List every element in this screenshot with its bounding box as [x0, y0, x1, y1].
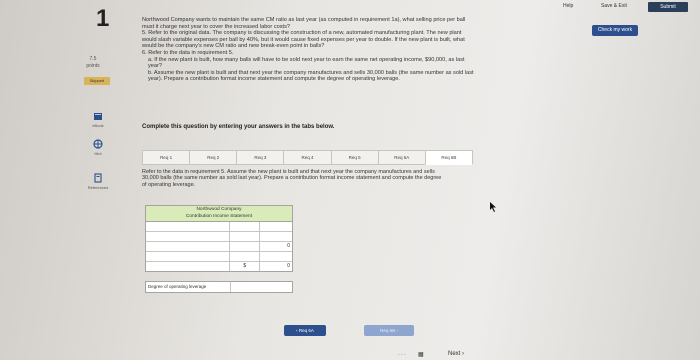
submit-button[interactable]: Submit	[648, 2, 688, 12]
statement-header: Northwood Company Contribution Income St…	[146, 206, 292, 223]
row-label-input[interactable]	[146, 232, 231, 242]
points-value: 7.5	[89, 56, 97, 62]
next-tab-button[interactable]: Req 6B ›	[364, 325, 414, 336]
total-input[interactable]	[260, 232, 292, 241]
prompt-line: must it charge next year to cover the in…	[142, 23, 290, 30]
book-icon	[94, 113, 102, 120]
dol-label: Degree of operating leverage	[146, 282, 232, 292]
question-grid-icon[interactable]: ▦	[418, 351, 424, 358]
tab-navigation: ‹ Req 6A Req 6B ›	[284, 325, 424, 337]
next-tab-label: Req 6B	[380, 328, 396, 333]
question-prompt: Northwood Company wants to maintain the …	[142, 17, 572, 83]
row-label-input[interactable]	[146, 222, 231, 232]
points-label: points	[86, 63, 100, 69]
references-icon	[94, 173, 102, 183]
table-row: Degree of operating leverage	[146, 282, 292, 292]
skipped-badge: Skipped	[84, 77, 110, 85]
row-label-input[interactable]	[146, 262, 231, 272]
mouse-cursor-icon	[490, 202, 496, 212]
income-statement-table: Northwood Company Contribution Income St…	[145, 205, 293, 273]
prev-tab-label: Req 6A	[298, 328, 314, 333]
amount-input[interactable]	[230, 222, 261, 232]
chevron-right-icon: ›	[460, 351, 465, 357]
tab-req-3[interactable]: Req 3	[236, 150, 285, 165]
table-row	[146, 232, 292, 243]
row-label-input[interactable]	[146, 252, 231, 262]
tab-req-5[interactable]: Req 5	[330, 150, 379, 165]
net-income-value: 0	[287, 263, 290, 270]
amount-input[interactable]	[230, 242, 261, 252]
table-row	[146, 252, 292, 263]
sidebar-references[interactable]: References	[86, 173, 110, 190]
hint-icon	[93, 139, 103, 149]
table-row	[146, 222, 292, 233]
row-label-input[interactable]	[146, 242, 231, 252]
sidebar-label-references: References	[87, 185, 109, 190]
prompt-line: would slash variable expenses per ball b…	[142, 36, 465, 43]
amount-input[interactable]	[230, 252, 261, 262]
tab-req-6b[interactable]: Req 6B	[424, 150, 473, 165]
sidebar-ebook[interactable]: eBook	[86, 112, 110, 128]
total-input[interactable]	[260, 252, 292, 261]
prompt-line: a. If the new plant is built, how many b…	[148, 56, 465, 63]
sidebar-hint[interactable]: Hint	[86, 139, 110, 156]
total-value: 0	[287, 243, 290, 250]
table-row: 0	[146, 242, 292, 253]
sidebar-label-ebook: eBook	[92, 123, 104, 128]
dollar-sign: $	[230, 262, 261, 272]
prompt-line: Northwood Company wants to maintain the …	[142, 17, 466, 23]
prompt-line: year). Prepare a contribution format inc…	[148, 76, 400, 83]
next-question-label: Next	[448, 351, 461, 357]
dol-table: Degree of operating leverage	[145, 281, 293, 293]
tab-req-6a[interactable]: Req 6A	[377, 150, 426, 165]
points-indicator: 7.5 points	[82, 56, 104, 70]
prompt-line: would be the company's new CM ratio and …	[142, 43, 325, 50]
amount-input[interactable]	[230, 232, 261, 242]
requirement-tabs: Req 1 Req 2 Req 3 Req 4 Req 5 Req 6A Req…	[142, 150, 473, 165]
help-link[interactable]: Help	[563, 3, 573, 9]
prompt-line: 6. Refer to the data in requirement 5.	[142, 49, 234, 56]
prev-tab-button[interactable]: ‹ Req 6A	[284, 325, 326, 336]
screen: Help Save & Exit Submit Check my work 1 …	[0, 0, 700, 360]
chevron-right-icon: ›	[395, 328, 398, 333]
refer-text: Refer to the data in requirement 5. Assu…	[142, 169, 442, 188]
save-exit-link[interactable]: Save & Exit	[601, 3, 627, 9]
tab-req-2[interactable]: Req 2	[189, 150, 238, 165]
pager-dots: · · ·	[398, 352, 406, 358]
prompt-line: 5. Refer to the original data. The compa…	[142, 30, 462, 37]
check-my-work-button[interactable]: Check my work	[592, 25, 638, 36]
instruction-text: Complete this question by entering your …	[142, 124, 335, 130]
statement-title: Contribution Income Statement	[185, 213, 253, 219]
dol-input[interactable]	[231, 282, 292, 292]
question-number: 1	[96, 5, 110, 32]
prompt-line: year?	[148, 63, 162, 70]
sidebar-label-hint: Hint	[94, 151, 102, 156]
statement-company: Northwood Company	[196, 207, 242, 212]
next-question-button[interactable]: Next ›	[448, 351, 464, 357]
total-input[interactable]	[260, 222, 292, 231]
tab-req-4[interactable]: Req 4	[283, 150, 332, 165]
tab-req-1[interactable]: Req 1	[142, 150, 191, 165]
tab-panel-req-6b: Refer to the data in requirement 5. Assu…	[142, 164, 452, 309]
prompt-line: b. Assume the new plant is built and tha…	[148, 69, 474, 76]
table-row: $ 0	[146, 262, 292, 272]
